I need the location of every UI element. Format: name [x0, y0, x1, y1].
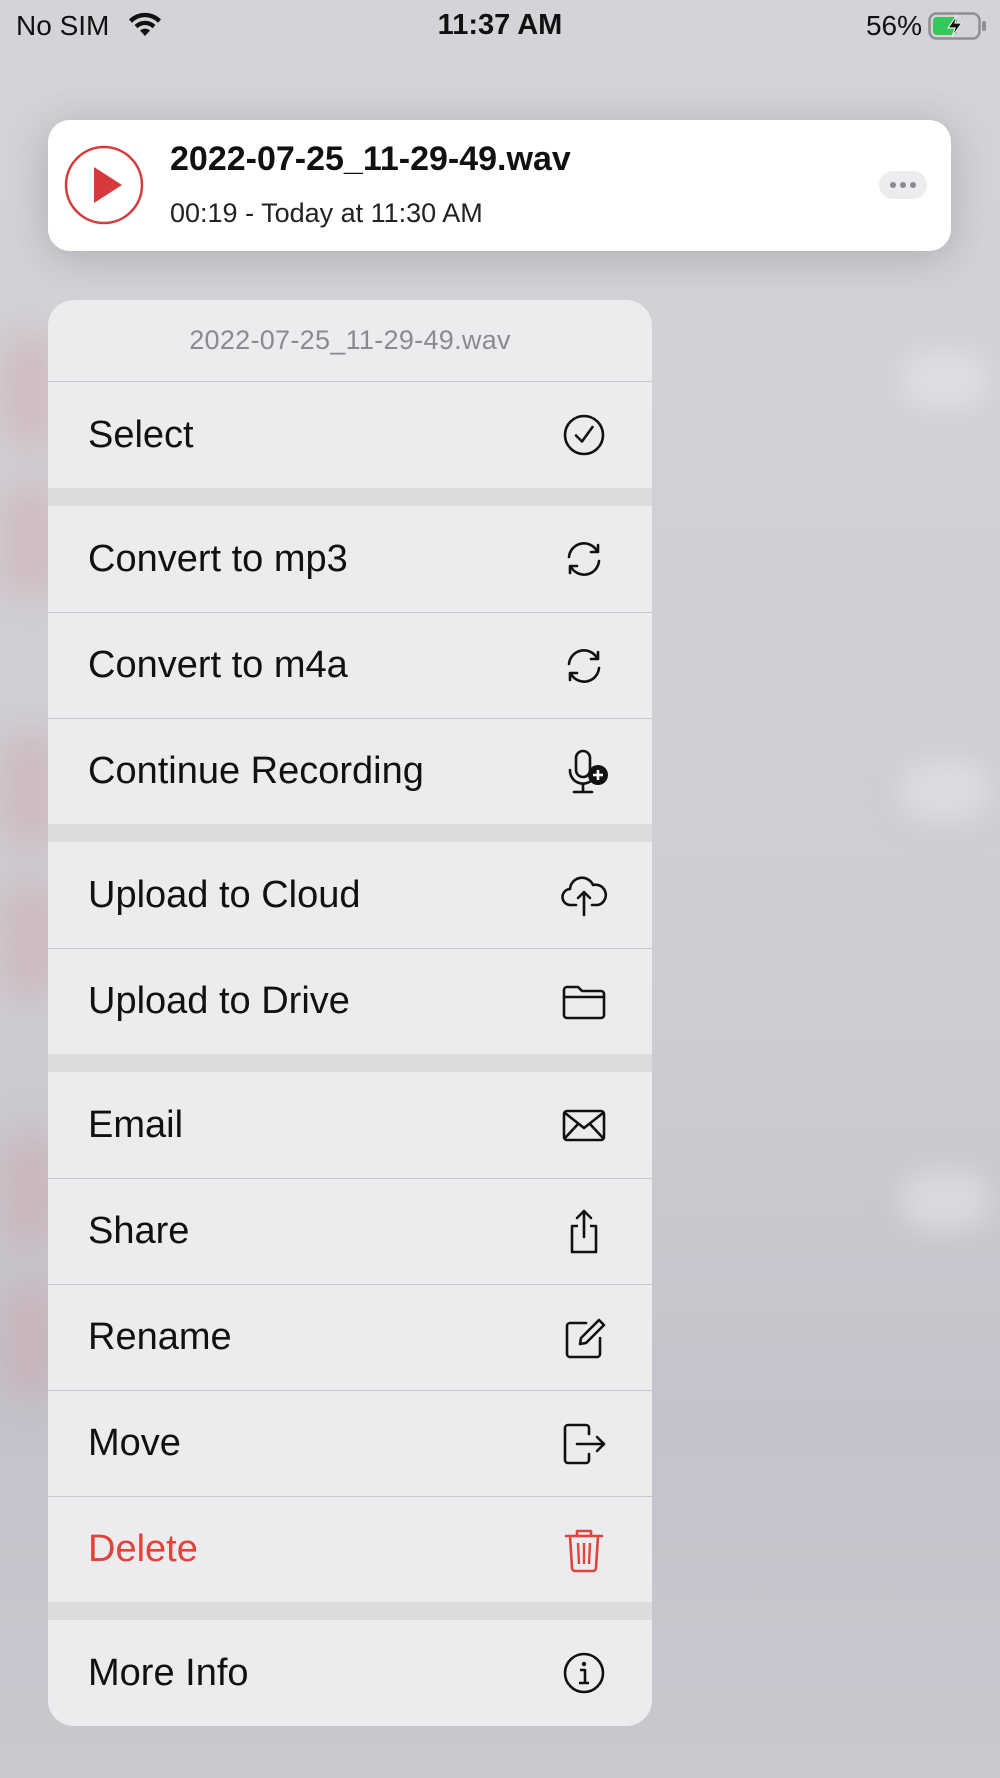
group-separator	[48, 824, 652, 842]
battery-percent: 56%	[865, 10, 922, 41]
menu-item-move[interactable]: Move	[48, 1390, 652, 1496]
checkmark-circle-icon	[563, 414, 605, 456]
recording-card[interactable]: 2022-07-25_11-29-49.wav 00:19 - Today at…	[48, 120, 951, 251]
menu-header: 2022-07-25_11-29-49.wav	[48, 300, 652, 382]
menu-item-label: Convert to m4a	[88, 644, 348, 686]
cloud-upload-icon	[561, 876, 608, 917]
battery-charging-icon	[928, 12, 986, 40]
menu-item-label: Upload to Drive	[88, 980, 350, 1022]
menu-item-label: Share	[88, 1210, 190, 1252]
menu-item-select[interactable]: Select	[48, 382, 652, 488]
clock: 11:37 AM	[437, 9, 563, 41]
status-bar: No SIM 11:37 AM 56%	[0, 0, 1000, 50]
edit-icon	[565, 1318, 606, 1358]
group-separator	[48, 488, 652, 506]
mic-plus-icon	[568, 749, 608, 793]
share-icon	[570, 1209, 598, 1253]
blur-shape	[900, 1170, 990, 1230]
move-out-icon	[563, 1423, 606, 1464]
menu-item-upload-cloud[interactable]: Upload to Cloud	[48, 842, 652, 948]
blur-shape	[900, 760, 990, 820]
menu-item-label: Select	[88, 413, 194, 456]
ellipsis-icon	[890, 182, 896, 188]
context-menu: 2022-07-25_11-29-49.wav Select Convert t…	[48, 300, 652, 1726]
menu-item-label: Upload to Cloud	[88, 873, 361, 916]
info-icon	[563, 1652, 605, 1694]
folder-icon	[562, 985, 606, 1019]
menu-item-delete[interactable]: Delete	[48, 1496, 652, 1602]
menu-item-upload-drive[interactable]: Upload to Drive	[48, 948, 652, 1054]
menu-item-share[interactable]: Share	[48, 1178, 652, 1284]
menu-item-label: Email	[88, 1103, 184, 1146]
menu-item-label: Delete	[88, 1528, 198, 1570]
menu-item-continue-recording[interactable]: Continue Recording	[48, 718, 652, 824]
trash-icon	[564, 1529, 604, 1572]
menu-item-convert-m4a[interactable]: Convert to m4a	[48, 612, 652, 718]
menu-item-more-info[interactable]: More Info	[48, 1620, 652, 1726]
menu-item-rename[interactable]: Rename	[48, 1284, 652, 1390]
recording-subtitle: 00:19 - Today at 11:30 AM	[170, 198, 483, 228]
menu-item-label: Convert to mp3	[88, 537, 348, 580]
convert-arrows-icon	[567, 648, 601, 683]
menu-item-label: More Info	[88, 1651, 249, 1694]
blur-shape	[900, 350, 990, 410]
play-icon[interactable]	[64, 145, 144, 225]
menu-item-convert-mp3[interactable]: Convert to mp3	[48, 506, 652, 612]
group-separator	[48, 1054, 652, 1072]
recording-title: 2022-07-25_11-29-49.wav	[170, 140, 571, 178]
convert-arrows-icon	[567, 542, 601, 576]
menu-item-label: Move	[88, 1422, 181, 1464]
more-options-button[interactable]	[879, 171, 927, 199]
menu-item-label: Continue Recording	[88, 750, 424, 792]
group-separator	[48, 1602, 652, 1620]
menu-item-label: Rename	[88, 1316, 232, 1358]
menu-item-email[interactable]: Email	[48, 1072, 652, 1178]
envelope-icon	[562, 1109, 606, 1142]
